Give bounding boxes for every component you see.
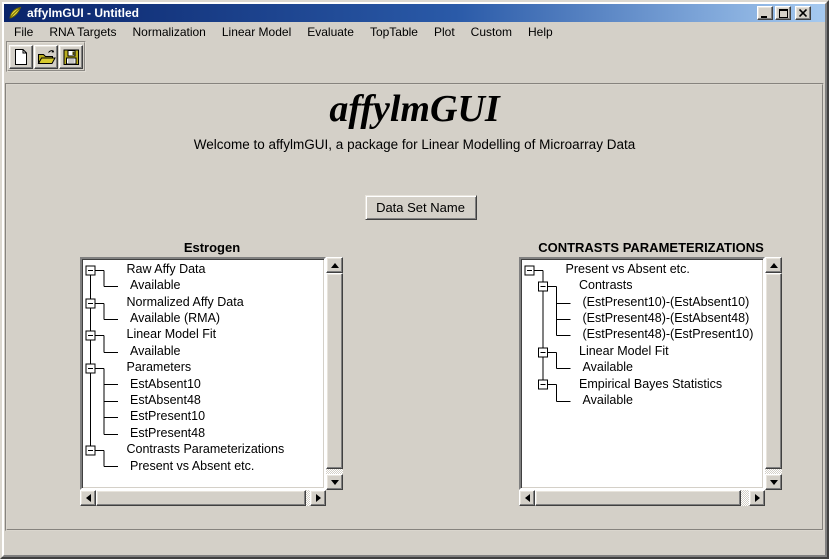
window-controls	[757, 6, 811, 20]
tree-node-label[interactable]: EstPresent10	[130, 408, 205, 424]
new-file-icon	[11, 47, 31, 67]
open-folder-icon	[36, 47, 56, 67]
tree-node-label[interactable]: (EstPresent48)-(EstPresent10)	[583, 326, 754, 342]
scroll-up-button[interactable]	[765, 257, 782, 273]
scroll-down-button[interactable]	[765, 474, 782, 490]
tree-estrogen: Raw Affy DataAvailableNormalized Affy Da…	[80, 257, 344, 507]
scroll-down-button[interactable]	[326, 474, 343, 490]
new-button[interactable]	[9, 45, 33, 69]
tree-node-label[interactable]: Available	[130, 343, 181, 359]
scroll-up-button[interactable]	[326, 257, 343, 273]
window-inner: affylmGUI - Untitled FileRNA TargetsNorm…	[2, 2, 827, 557]
close-icon	[799, 9, 807, 17]
menu-file[interactable]: File	[6, 23, 41, 41]
arrow-right-icon	[755, 494, 760, 502]
tree-node-label[interactable]: Parameters	[127, 359, 192, 375]
arrow-up-icon	[770, 263, 778, 268]
arrow-down-icon	[331, 480, 339, 485]
tree-node-label[interactable]: Linear Model Fit	[127, 326, 217, 342]
tree-node-label[interactable]: Available	[130, 277, 181, 293]
vertical-scrollbar[interactable]	[326, 257, 343, 490]
menu-bar: FileRNA TargetsNormalizationLinear Model…	[4, 22, 825, 41]
scrollbar-corner	[326, 490, 343, 506]
menu-normalization[interactable]: Normalization	[125, 23, 214, 41]
maximize-button[interactable]	[775, 6, 791, 20]
arrow-right-icon	[316, 494, 321, 502]
app-window: affylmGUI - Untitled FileRNA TargetsNorm…	[0, 0, 829, 559]
dataset-name-button[interactable]: Data Set Name	[365, 195, 477, 220]
maximize-icon	[779, 9, 788, 18]
tree-node-label[interactable]: Empirical Bayes Statistics	[579, 376, 722, 392]
minimize-button[interactable]	[757, 6, 773, 20]
tree-viewport: Present vs Absent etc.Contrasts(EstPrese…	[519, 257, 765, 490]
menu-evaluate[interactable]: Evaluate	[299, 23, 362, 41]
scroll-right-button[interactable]	[310, 490, 326, 506]
arrow-left-icon	[86, 494, 91, 502]
arrow-down-icon	[770, 480, 778, 485]
menu-linear-model[interactable]: Linear Model	[214, 23, 299, 41]
menu-custom[interactable]: Custom	[463, 23, 520, 41]
menu-toptable[interactable]: TopTable	[362, 23, 426, 41]
main-content-frame: affylmGUI Welcome to affylmGUI, a packag…	[5, 83, 824, 531]
arrow-left-icon	[525, 494, 530, 502]
scroll-left-button[interactable]	[80, 490, 96, 506]
feather-icon	[8, 6, 22, 20]
welcome-text: Welcome to affylmGUI, a package for Line…	[7, 137, 822, 152]
tree-node-label[interactable]: Linear Model Fit	[579, 343, 669, 359]
vertical-scroll-thumb[interactable]	[326, 273, 343, 469]
tree-node-label[interactable]: Contrasts Parameterizations	[127, 441, 285, 457]
toolbar	[6, 41, 86, 72]
tree-header-contrasts: CONTRASTS PARAMETERIZATIONS	[519, 240, 783, 255]
tree-node-label[interactable]: Available (RMA)	[130, 310, 220, 326]
horizontal-scrollbar[interactable]	[519, 490, 765, 506]
menu-help[interactable]: Help	[520, 23, 561, 41]
menu-plot[interactable]: Plot	[426, 23, 463, 41]
scroll-right-button[interactable]	[749, 490, 765, 506]
close-button[interactable]	[795, 6, 811, 20]
tree-node-label[interactable]: EstPresent48	[130, 425, 205, 441]
vertical-scroll-thumb[interactable]	[765, 273, 782, 469]
tree-contrasts-parameterizations: Present vs Absent etc.Contrasts(EstPrese…	[519, 257, 783, 507]
menu-rna-targets[interactable]: RNA Targets	[41, 23, 124, 41]
tree-node-label[interactable]: Contrasts	[579, 277, 633, 293]
window-title: affylmGUI - Untitled	[27, 6, 757, 20]
tree-node-label[interactable]: Raw Affy Data	[127, 261, 206, 277]
save-icon	[61, 47, 81, 67]
titlebar[interactable]: affylmGUI - Untitled	[4, 4, 825, 22]
horizontal-scrollbar[interactable]	[80, 490, 326, 506]
tree-node-label[interactable]: Available	[583, 392, 634, 408]
horizontal-scroll-thumb[interactable]	[96, 490, 306, 506]
arrow-up-icon	[331, 263, 339, 268]
tree-node-label[interactable]: Present vs Absent etc.	[130, 458, 254, 474]
tree-node-label[interactable]: EstAbsent10	[130, 376, 201, 392]
tree-node-label[interactable]: Present vs Absent etc.	[566, 261, 690, 277]
app-title: affylmGUI	[7, 87, 822, 131]
tree-node-label[interactable]: Normalized Affy Data	[127, 294, 244, 310]
tree-node-label[interactable]: (EstPresent10)-(EstAbsent10)	[583, 294, 750, 310]
scroll-left-button[interactable]	[519, 490, 535, 506]
vertical-scrollbar[interactable]	[765, 257, 782, 490]
tree-node-label[interactable]: Available	[583, 359, 634, 375]
horizontal-scroll-thumb[interactable]	[535, 490, 741, 506]
tree-header-estrogen: Estrogen	[80, 240, 344, 255]
tree-node-label[interactable]: (EstPresent48)-(EstAbsent48)	[583, 310, 750, 326]
scrollbar-corner	[765, 490, 782, 506]
minimize-icon	[761, 9, 769, 18]
tree-node-label[interactable]: EstAbsent48	[130, 392, 201, 408]
save-button[interactable]	[59, 45, 83, 69]
tree-viewport: Raw Affy DataAvailableNormalized Affy Da…	[80, 257, 326, 490]
open-button[interactable]	[34, 45, 58, 69]
